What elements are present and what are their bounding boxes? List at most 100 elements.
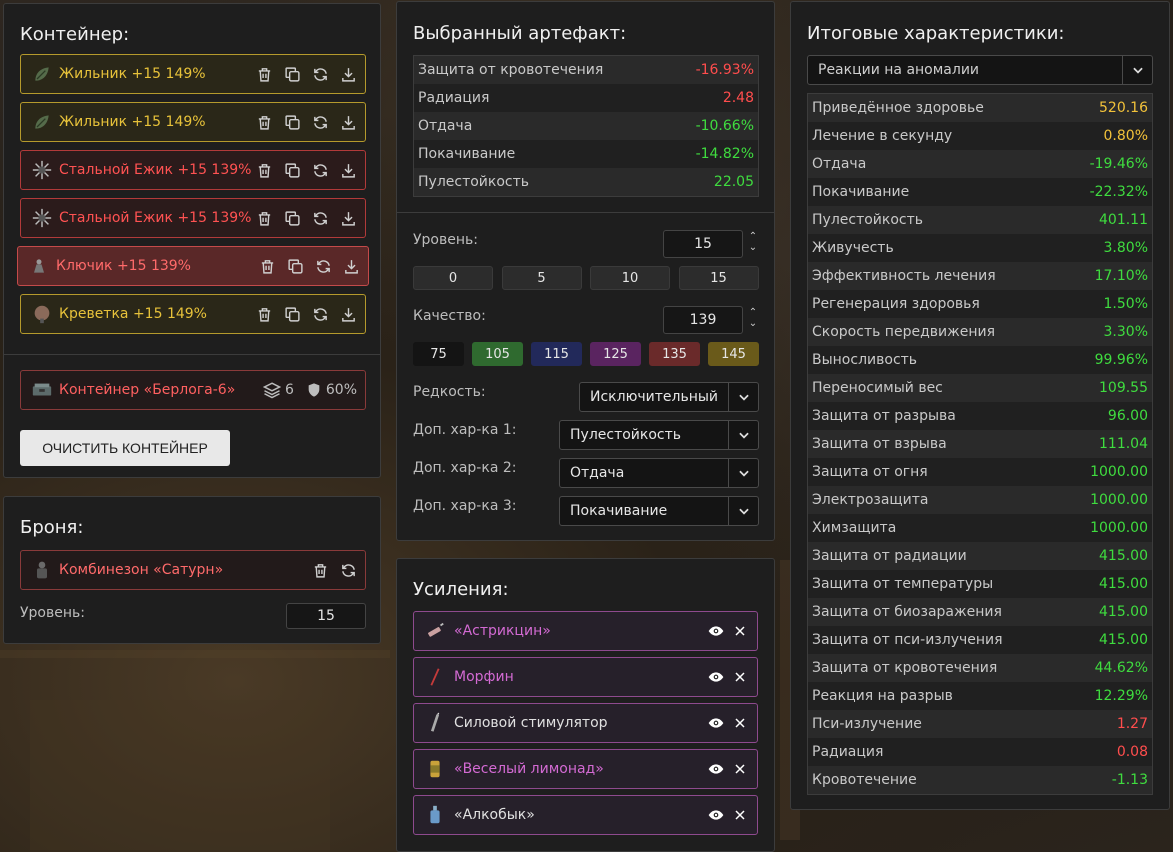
boost-item[interactable]: Морфин (413, 657, 758, 697)
container-box[interactable]: Контейнер «Берлога-6» 6 60% (20, 370, 366, 410)
armor-item[interactable]: Комбинезон «Сатурн» (20, 550, 366, 590)
close-icon[interactable] (731, 763, 749, 775)
stat-value: 12.29% (1094, 688, 1148, 704)
stat-row: Выносливость 99.96% (808, 346, 1152, 374)
trash-icon[interactable] (255, 65, 273, 83)
container-item[interactable]: Стальной Ежик +15 139% (20, 150, 366, 190)
stat-value: 415.00 (1099, 604, 1148, 620)
quality-preset-button[interactable]: 125 (590, 342, 641, 366)
trash-icon[interactable] (255, 161, 273, 179)
swap-icon[interactable] (339, 561, 357, 579)
boost-item[interactable]: «Астрикцин» (413, 611, 758, 651)
stat-row: Регенерация здоровья 1.50% (808, 290, 1152, 318)
copy-icon[interactable] (286, 257, 304, 275)
needle-icon (424, 666, 448, 688)
swap-icon[interactable] (311, 65, 329, 83)
boost-item[interactable]: «Алкобык» (413, 795, 758, 835)
stat-row: Радиация 2.48 (414, 84, 758, 112)
quality-preset-button[interactable]: 105 (472, 342, 523, 366)
quality-preset-button[interactable]: 75 (413, 342, 464, 366)
stat-label: Живучесть (812, 240, 894, 256)
boost-item[interactable]: «Веселый лимонад» (413, 749, 758, 789)
level-spinner[interactable]: ⌃ ⌄ (747, 231, 759, 253)
stat-row: Лечение в секунду 0.80% (808, 122, 1152, 150)
boosts-panel: Усиления: «Астрикцин» Морфин Силовой сти… (396, 558, 775, 852)
artifact-level-input[interactable]: 15 (663, 230, 743, 258)
swap-icon[interactable] (314, 257, 332, 275)
rarity-select[interactable]: Исключительный (579, 382, 759, 412)
stat-label: Защита от кровотечения (812, 660, 998, 676)
quality-spinner[interactable]: ⌃ ⌄ (747, 307, 759, 329)
eye-icon[interactable] (707, 669, 725, 685)
armor-title: Броня: (20, 517, 84, 538)
download-icon[interactable] (339, 305, 357, 323)
level-preset-button[interactable]: 0 (413, 266, 493, 290)
trash-icon[interactable] (311, 561, 329, 579)
close-icon[interactable] (731, 671, 749, 683)
copy-icon[interactable] (283, 65, 301, 83)
eye-icon[interactable] (707, 623, 725, 639)
trash-icon[interactable] (255, 113, 273, 131)
copy-icon[interactable] (283, 161, 301, 179)
container-item[interactable]: Стальной Ежик +15 139% (20, 198, 366, 238)
armor-level-input[interactable]: 15 (286, 603, 366, 629)
clear-container-button[interactable]: ОЧИСТИТЬ КОНТЕЙНЕР (20, 430, 230, 466)
container-item-label: Жильник +15 149% (59, 66, 206, 82)
summary-filter-select[interactable]: Реакции на аномалии (807, 55, 1153, 85)
box-icon (31, 379, 53, 401)
container-panel: Контейнер: Жильник +15 149% Жильник +15 … (3, 3, 381, 478)
copy-icon[interactable] (283, 113, 301, 131)
extra2-value: Отдача (570, 465, 625, 481)
extra2-label: Доп. хар-ка 2: (413, 460, 517, 476)
extra3-select[interactable]: Покачивание (559, 496, 759, 526)
eye-icon[interactable] (707, 715, 725, 731)
stat-value: 3.80% (1103, 240, 1148, 256)
stat-label: Реакция на разрыв (812, 688, 953, 704)
download-icon[interactable] (339, 161, 357, 179)
download-icon[interactable] (339, 209, 357, 227)
spiky-artifact-icon (31, 159, 53, 181)
level-preset-button[interactable]: 10 (590, 266, 670, 290)
swap-icon[interactable] (311, 113, 329, 131)
close-icon[interactable] (731, 717, 749, 729)
swap-icon[interactable] (311, 209, 329, 227)
download-icon[interactable] (342, 257, 360, 275)
container-item[interactable]: Жильник +15 149% (20, 54, 366, 94)
container-item[interactable]: Жильник +15 149% (20, 102, 366, 142)
container-item[interactable]: Ключик +15 139% (17, 246, 369, 286)
copy-icon[interactable] (283, 209, 301, 227)
download-icon[interactable] (339, 65, 357, 83)
stat-value: 99.96% (1094, 352, 1148, 368)
close-icon[interactable] (731, 809, 749, 821)
eye-icon[interactable] (707, 807, 725, 823)
stat-value: 96.00 (1107, 408, 1148, 424)
swap-icon[interactable] (311, 305, 329, 323)
extra1-select[interactable]: Пулестойкость (559, 420, 759, 450)
copy-icon[interactable] (283, 305, 301, 323)
quality-preset-button[interactable]: 135 (649, 342, 700, 366)
stat-value: 1.50% (1103, 296, 1148, 312)
stat-value: 1000.00 (1090, 520, 1148, 536)
quality-preset-button[interactable]: 145 (708, 342, 759, 366)
swap-icon[interactable] (311, 161, 329, 179)
download-icon[interactable] (339, 113, 357, 131)
level-preset-button[interactable]: 5 (501, 266, 582, 290)
level-preset-button[interactable]: 15 (678, 266, 759, 290)
trash-icon[interactable] (255, 209, 273, 227)
quality-preset-button[interactable]: 115 (531, 342, 582, 366)
close-icon[interactable] (731, 625, 749, 637)
container-item[interactable]: Креветка +15 149% (20, 294, 366, 334)
eye-icon[interactable] (707, 761, 725, 777)
stat-row: Защита от кровотечения 44.62% (808, 654, 1152, 682)
quality-input[interactable]: 139 (663, 306, 743, 334)
extra2-select[interactable]: Отдача (559, 458, 759, 488)
stat-row: Эффективность лечения 17.10% (808, 262, 1152, 290)
trash-icon[interactable] (255, 305, 273, 323)
rarity-value: Исключительный (590, 389, 719, 405)
trash-icon[interactable] (258, 257, 276, 275)
shrimp-artifact-icon (31, 303, 53, 325)
boost-item[interactable]: Силовой стимулятор (413, 703, 758, 743)
stat-label: Регенерация здоровья (812, 296, 980, 312)
artifact-title: Выбранный артефакт: (413, 23, 627, 44)
stat-row: Защита от радиации 415.00 (808, 542, 1152, 570)
